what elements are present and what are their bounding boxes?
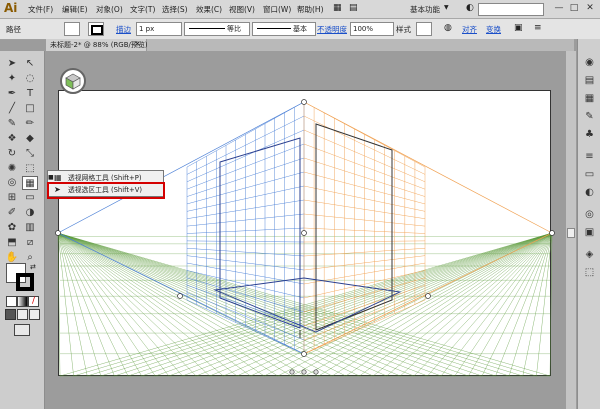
color-guide-panel-icon[interactable]: ▤ [582,73,597,88]
ground-ray [57,232,265,377]
right-face-rect [315,123,393,331]
grid-control-point[interactable] [177,293,183,299]
ground-ray [250,232,553,377]
ground-ray [57,232,496,377]
close-button[interactable]: ✕ [583,2,597,14]
ground-ray [57,232,251,377]
ground-ray [468,232,553,377]
grid-extent-handle[interactable] [301,369,307,375]
maximize-button[interactable]: □ [567,2,581,14]
gradient-panel-icon[interactable]: ▭ [582,167,597,182]
left-face-rect [219,137,301,329]
brushes-panel-icon[interactable]: ✎ [582,109,597,124]
ground-ray [57,232,387,377]
perspective-grid[interactable] [0,0,566,409]
graphic-styles-panel-icon[interactable]: ▣ [582,225,597,240]
ground-ray [508,232,553,377]
ground-ray [223,232,553,377]
left-vanishing-line [57,101,305,234]
color-panel-icon[interactable]: ◉ [582,55,597,70]
ground-ray [57,232,278,377]
cube-icon [65,73,81,90]
stroke-panel-icon[interactable]: ≡ [582,149,597,164]
ground-ray [549,232,553,377]
symbols-panel-icon[interactable]: ♣ [582,127,597,142]
ground-ray [345,232,553,377]
ground-ray [57,232,115,377]
grid-control-point[interactable] [301,230,307,236]
ground-ray [413,232,553,377]
left-plane-grid [57,101,305,355]
transparency-panel-icon[interactable]: ◐ [582,185,597,200]
ground-ray [57,232,197,377]
ground-ray [57,232,142,377]
ground-ray [73,232,553,377]
layers-panel-icon[interactable]: ◈ [582,247,597,262]
ground-ray [427,232,553,377]
ground-ray [57,232,483,377]
ground-ray [495,232,553,377]
ground-ray [114,232,553,377]
perspective-grid-icon: ▦ [54,173,62,182]
grid-control-point[interactable] [549,230,555,236]
ground-ray [536,232,553,377]
grid-extent-handle[interactable] [289,369,295,375]
right-plane-grid [303,101,553,355]
ground-ray [57,232,61,377]
ground-ray [57,232,183,377]
grid-control-point[interactable] [301,99,307,105]
ground-ray [57,232,74,377]
swatches-panel-icon[interactable]: ▦ [582,91,597,106]
highlight-box [47,182,165,199]
panel-dock: ◉ ▤ ▦ ✎ ♣ ≡ ▭ ◐ ◎ ▣ ◈ ⬚ [577,39,600,409]
ground-ray [57,232,401,377]
ground-ray [127,232,553,377]
right-vanishing-line [303,101,553,234]
ground-ray [372,232,553,377]
grid-control-point[interactable] [301,351,307,357]
ground-ray [332,232,553,377]
grid-control-point[interactable] [425,293,431,299]
ground-ray [57,232,238,377]
grid-extent-handle[interactable] [313,369,319,375]
plane-switching-widget-icon[interactable] [60,68,86,94]
ground-ray [359,232,553,377]
ground-ray [304,232,553,377]
ground-ray [57,232,523,377]
ground-ray [57,232,333,377]
ground-ray [57,232,306,377]
ground-ray [57,232,469,377]
ground-ray [57,232,537,377]
ground-ray [57,232,102,377]
grid-control-point[interactable] [55,230,61,236]
ground-ray [87,232,553,377]
appearance-panel-icon[interactable]: ◎ [582,207,597,222]
scrollbar-thumb[interactable] [567,228,575,238]
artboards-panel-icon[interactable]: ⬚ [582,265,597,280]
